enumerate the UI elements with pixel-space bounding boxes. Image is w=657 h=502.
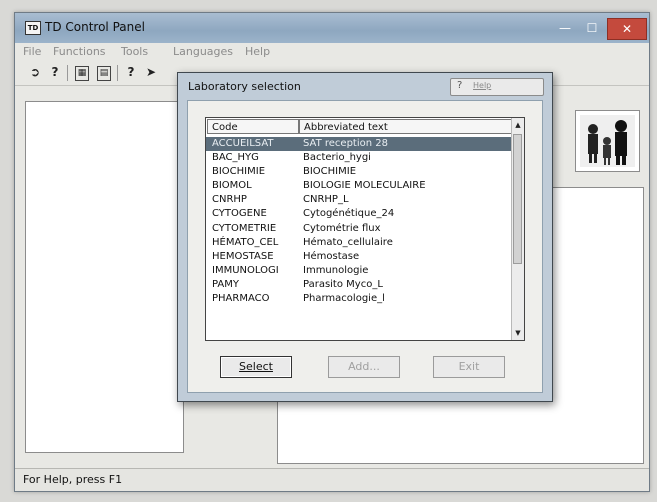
family-photo-icon bbox=[575, 110, 640, 172]
list-item[interactable]: CYTOMETRIE Cytométrie flux bbox=[206, 222, 512, 236]
list-item-text: CNRHP_L bbox=[303, 194, 349, 206]
list-item[interactable]: BIOMOL BIOLOGIE MOLECULAIRE bbox=[206, 179, 512, 193]
list-item[interactable]: HEMOSTASE Hémostase bbox=[206, 250, 512, 264]
select-button[interactable]: Select bbox=[220, 356, 292, 378]
list-item-text: Hémostase bbox=[303, 250, 360, 262]
help-label: Help bbox=[473, 81, 492, 90]
toolbar-separator bbox=[117, 65, 118, 81]
add-button-label: Add... bbox=[348, 360, 380, 373]
menu-file[interactable]: File bbox=[23, 45, 41, 58]
menu-functions[interactable]: Functions bbox=[53, 45, 106, 58]
status-bar: For Help, press F1 bbox=[15, 468, 649, 491]
toolbar-separator bbox=[67, 65, 68, 81]
list-item-text: Cytogénétique_24 bbox=[303, 208, 395, 220]
list-item-code: PAMY bbox=[212, 278, 239, 290]
help-icon: ? bbox=[457, 80, 463, 91]
scroll-up-icon[interactable]: ▲ bbox=[514, 121, 522, 129]
list-item[interactable]: CYTOGENE Cytogénétique_24 bbox=[206, 207, 512, 221]
list-item[interactable]: HÉMATO_CEL Hémato_cellulaire bbox=[206, 236, 512, 250]
dialog-title: Laboratory selection bbox=[188, 80, 301, 93]
menu-tools[interactable]: Tools bbox=[121, 45, 148, 58]
menu-languages[interactable]: Languages bbox=[173, 45, 233, 58]
column-header-text[interactable]: Abbreviated text bbox=[299, 119, 512, 134]
pointer-help-icon[interactable]: ➤ bbox=[143, 64, 159, 80]
list-item-text: Hémato_cellulaire bbox=[303, 236, 393, 248]
list-item-code: HEMOSTASE bbox=[212, 250, 274, 262]
list-scrollbar[interactable]: ▲ ▼ bbox=[511, 118, 524, 340]
window-title: TD Control Panel bbox=[45, 20, 145, 34]
list-item-text: Immunologie bbox=[303, 264, 369, 276]
list-item-text: Parasito Myco_L bbox=[303, 278, 383, 290]
list-item-code: CNRHP bbox=[212, 194, 247, 206]
exit-door-icon[interactable]: ➲ bbox=[27, 64, 43, 80]
exit-button-label: Exit bbox=[458, 360, 480, 373]
scroll-thumb[interactable] bbox=[513, 134, 522, 264]
list-item-code: IMMUNOLOGI bbox=[212, 264, 279, 276]
add-button[interactable]: Add... bbox=[328, 356, 400, 378]
minimize-button[interactable]: — bbox=[553, 18, 577, 38]
list-rows: ACCUEILSAT SAT reception 28 BAC_HYG Bacteri… bbox=[206, 137, 512, 306]
title-bar[interactable]: TD TD Control Panel — ☐ ✕ bbox=[15, 13, 649, 43]
menu-bar: File Functions Tools Languages Help bbox=[15, 43, 649, 61]
list-item[interactable]: CNRHP CNRHP_L bbox=[206, 193, 512, 207]
list-item-code: CYTOMETRIE bbox=[212, 222, 277, 234]
maximize-button[interactable]: ☐ bbox=[580, 18, 604, 38]
list-item[interactable]: ACCUEILSAT SAT reception 28 bbox=[206, 137, 512, 152]
list-item[interactable]: BIOCHIMIE BIOCHIMIE bbox=[206, 165, 512, 179]
help-icon[interactable]: ? bbox=[47, 64, 63, 80]
list-item[interactable]: PHARMACO Pharmacologie_l bbox=[206, 292, 512, 306]
list-item-text: BIOLOGIE MOLECULAIRE bbox=[303, 180, 426, 192]
list-item-text: Bacterio_hygi bbox=[303, 152, 371, 164]
dialog-help-button[interactable]: ? Help bbox=[450, 78, 544, 96]
list-item-code: CYTOGENE bbox=[212, 208, 267, 220]
left-pane bbox=[25, 101, 184, 453]
close-button[interactable]: ✕ bbox=[607, 18, 647, 40]
list-header: Code Abbreviated text bbox=[206, 118, 512, 136]
app-icon: TD bbox=[25, 21, 41, 35]
laboratory-selection-dialog: Laboratory selection ? Help Code Abbrevi… bbox=[177, 72, 553, 402]
list-item[interactable]: PAMY Parasito Myco_L bbox=[206, 278, 512, 292]
scroll-down-icon[interactable]: ▼ bbox=[514, 329, 522, 337]
list-item-text: Pharmacologie_l bbox=[303, 293, 385, 305]
exit-button[interactable]: Exit bbox=[433, 356, 505, 378]
report-icon[interactable]: ▤ bbox=[97, 66, 111, 81]
status-text: For Help, press F1 bbox=[23, 473, 123, 486]
list-item-text: Cytométrie flux bbox=[303, 222, 381, 234]
list-item[interactable]: BAC_HYG Bacterio_hygi bbox=[206, 151, 512, 165]
laboratory-list[interactable]: Code Abbreviated text ACCUEILSAT SAT rece… bbox=[205, 117, 525, 341]
list-item-code: BIOCHIMIE bbox=[212, 166, 266, 178]
document-icon[interactable]: ▦ bbox=[75, 66, 89, 81]
column-header-code[interactable]: Code bbox=[207, 119, 299, 134]
list-item-code: BIOMOL bbox=[212, 180, 252, 192]
menu-help[interactable]: Help bbox=[245, 45, 270, 58]
list-item-code: PHARMACO bbox=[212, 293, 270, 305]
select-button-label: Select bbox=[239, 360, 273, 373]
list-item-text: SAT reception 28 bbox=[303, 138, 388, 149]
list-item-text: BIOCHIMIE bbox=[303, 166, 357, 178]
context-help-icon[interactable]: ? bbox=[123, 64, 139, 80]
list-item-code: ACCUEILSAT bbox=[212, 138, 274, 149]
list-item-code: BAC_HYG bbox=[212, 152, 259, 164]
dialog-body: Code Abbreviated text ACCUEILSAT SAT rece… bbox=[187, 100, 543, 393]
list-item-code: HÉMATO_CEL bbox=[212, 236, 279, 248]
list-item[interactable]: IMMUNOLOGI Immunologie bbox=[206, 264, 512, 278]
